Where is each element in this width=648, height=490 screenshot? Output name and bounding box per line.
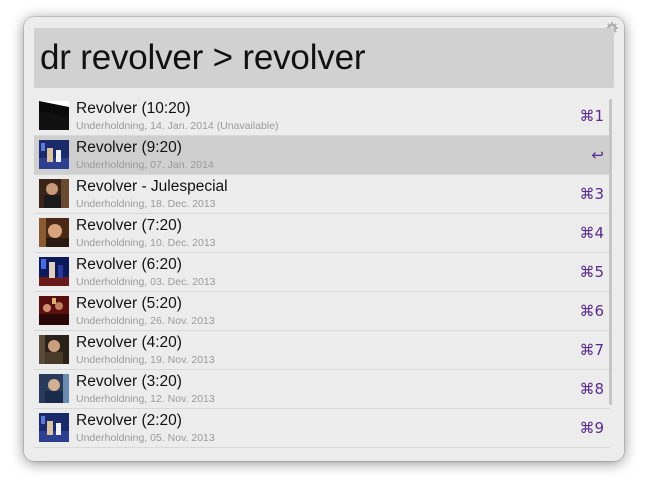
result-thumbnail <box>39 374 69 403</box>
result-row[interactable]: Revolver (3:20) Underholdning, 12. Nov. 2… <box>34 370 610 409</box>
result-row[interactable]: Revolver (10:20) Underholdning, 14. Jan. … <box>34 97 610 136</box>
result-title: Revolver (3:20) <box>76 373 182 390</box>
result-title: Revolver (6:20) <box>76 256 182 273</box>
result-subtitle: Underholdning, 12. Nov. 2013 <box>76 393 215 405</box>
result-row[interactable]: Revolver (5:20) Underholdning, 26. Nov. 2… <box>34 292 610 331</box>
result-shortcut: ⌘7 <box>579 341 604 359</box>
result-thumbnail <box>39 140 69 169</box>
result-thumbnail <box>39 413 69 442</box>
result-title: Revolver (9:20) <box>76 139 182 156</box>
return-key-icon: ↩ <box>591 146 604 164</box>
result-thumbnail <box>39 179 69 208</box>
result-thumbnail <box>39 335 69 364</box>
result-title: Revolver (5:20) <box>76 295 182 312</box>
result-shortcut: ⌘9 <box>579 419 604 437</box>
result-subtitle: Underholdning, 19. Nov. 2013 <box>76 354 215 366</box>
result-thumbnail <box>39 101 69 130</box>
result-shortcut: ⌘6 <box>579 302 604 320</box>
result-subtitle: Underholdning, 26. Nov. 2013 <box>76 315 215 327</box>
result-shortcut: ⌘1 <box>579 107 604 125</box>
result-shortcut: ⌘3 <box>579 185 604 203</box>
result-subtitle: Underholdning, 05. Nov. 2013 <box>76 432 215 444</box>
result-row[interactable]: Revolver - Julespecial Underholdning, 18.… <box>34 175 610 214</box>
result-title: Revolver (7:20) <box>76 217 182 234</box>
results-scrollbar[interactable] <box>609 99 612 405</box>
result-row[interactable]: Revolver (7:20) Underholdning, 10. Dec. 2… <box>34 214 610 253</box>
result-title: Revolver (10:20) <box>76 100 191 117</box>
result-subtitle: Underholdning, 18. Dec. 2013 <box>76 198 216 210</box>
result-subtitle: Underholdning, 10. Dec. 2013 <box>76 237 216 249</box>
results-list: Revolver (10:20) Underholdning, 14. Jan. … <box>34 97 610 449</box>
result-row[interactable]: Revolver (4:20) Underholdning, 19. Nov. 2… <box>34 331 610 370</box>
result-row[interactable]: Revolver (6:20) Underholdning, 03. Dec. 2… <box>34 253 610 292</box>
result-subtitle: Underholdning, 07. Jan. 2014 <box>76 159 214 171</box>
result-row[interactable]: Revolver (2:20) Underholdning, 05. Nov. 2… <box>34 409 610 448</box>
result-title: Revolver (2:20) <box>76 412 182 429</box>
result-title: Revolver (4:20) <box>76 334 182 351</box>
result-thumbnail <box>39 257 69 286</box>
launcher-window: dr revolver > revolver Revolver (10:20) U… <box>24 17 624 461</box>
result-shortcut: ⌘5 <box>579 263 604 281</box>
result-subtitle: Underholdning, 14. Jan. 2014 (Unavailabl… <box>76 120 279 132</box>
result-shortcut: ⌘8 <box>579 380 604 398</box>
result-title: Revolver - Julespecial <box>76 178 228 195</box>
search-query-text[interactable]: dr revolver > revolver <box>40 38 366 78</box>
result-shortcut: ⌘4 <box>579 224 604 242</box>
result-thumbnail <box>39 296 69 325</box>
result-row[interactable]: Revolver (9:20) Underholdning, 07. Jan. 2… <box>34 136 610 175</box>
result-subtitle: Underholdning, 03. Dec. 2013 <box>76 276 216 288</box>
search-field[interactable]: dr revolver > revolver <box>34 28 614 88</box>
result-thumbnail <box>39 218 69 247</box>
